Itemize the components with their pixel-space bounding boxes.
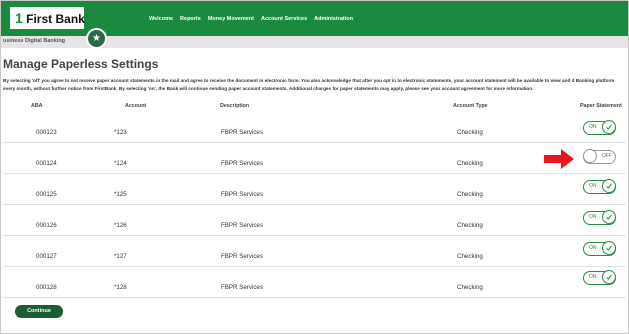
paperless-disclaimer: By selecting 'off' you agree to not rece… [3, 78, 615, 91]
paper-statement-toggle[interactable]: ON [583, 120, 616, 135]
toggle-knob [583, 149, 597, 163]
row-description: FBPR Services [221, 222, 263, 229]
main-nav: Welcome Reports Money Movement Account S… [149, 16, 353, 22]
row-aba: 000124 [36, 160, 57, 167]
row-description: FBPR Services [221, 160, 263, 167]
row-account: *127 [114, 253, 127, 260]
row-account-type: Checking [457, 284, 483, 291]
check-icon [602, 120, 616, 134]
row-account-type: Checking [457, 253, 483, 260]
paper-statement-toggle[interactable]: ON [583, 179, 616, 194]
nav-account-services[interactable]: Account Services [261, 16, 307, 22]
paper-statement-toggle[interactable]: ON [583, 270, 616, 285]
row-account-type: Checking [457, 191, 483, 198]
paper-statement-toggle[interactable]: ON [583, 210, 616, 225]
check-icon [602, 179, 616, 193]
row-account: *125 [114, 191, 127, 198]
row-description: FBPR Services [221, 191, 263, 198]
first-bank-logo[interactable]: 1 First Bank [10, 7, 85, 29]
row-aba: 000123 [36, 129, 57, 136]
row-description: FBPR Services [221, 253, 263, 260]
paper-statement-toggle[interactable]: ON [583, 241, 616, 256]
row-aba: 000127 [36, 253, 57, 260]
column-header-account-type: Account Type [453, 103, 488, 109]
app-name: usiness Digital Banking [3, 38, 66, 44]
nav-money-movement[interactable]: Money Movement [208, 16, 254, 22]
row-description: FBPR Services [221, 284, 263, 291]
nav-welcome[interactable]: Welcome [149, 16, 173, 22]
check-icon [602, 210, 616, 224]
toggle-label: ON [589, 274, 597, 280]
logo-number: 1 [15, 10, 23, 26]
row-divider [3, 297, 626, 298]
app-frame: 1 First Bank Welcome Reports Money Movem… [0, 0, 629, 334]
toggle-label: OFF [602, 153, 612, 159]
row-aba: 000128 [36, 284, 57, 291]
nav-administration[interactable]: Administration [314, 16, 353, 22]
row-account-type: Checking [457, 160, 483, 167]
check-icon [602, 270, 616, 284]
row-account: *124 [114, 160, 127, 167]
paper-statement-toggle[interactable]: OFF [583, 149, 616, 164]
row-account: *123 [114, 129, 127, 136]
table-row: 000126 *126 FBPR Services Checking ON [3, 205, 626, 236]
row-aba: 000126 [36, 222, 57, 229]
column-header-description: Description [220, 103, 250, 109]
row-account: *128 [114, 284, 127, 291]
column-header-account: Account [125, 103, 147, 109]
table-row: 000125 *125 FBPR Services Checking ON [3, 174, 626, 205]
star-icon[interactable]: ★ [86, 28, 107, 49]
column-header-paper-statement: Paper Statement [580, 103, 622, 109]
table-row: 000127 *127 FBPR Services Checking ON [3, 236, 626, 267]
row-account-type: Checking [457, 222, 483, 229]
page-title: Manage Paperless Settings [3, 57, 159, 71]
table-row: 000123 *123 FBPR Services Checking ON [3, 112, 626, 143]
row-account-type: Checking [457, 129, 483, 136]
arrow-right-icon [544, 149, 574, 169]
continue-button[interactable]: Continue [15, 305, 63, 318]
row-account: *126 [114, 222, 127, 229]
check-icon [602, 241, 616, 255]
toggle-label: ON [589, 245, 597, 251]
toggle-label: ON [589, 183, 597, 189]
table-row: 000128 *128 FBPR Services Checking ON [3, 267, 626, 298]
column-header-aba: ABA [31, 103, 43, 109]
logo-text: First Bank [26, 12, 85, 26]
toggle-label: ON [589, 124, 597, 130]
table-row: 000124 *124 FBPR Services Checking OFF [3, 143, 626, 174]
nav-reports[interactable]: Reports [180, 16, 201, 22]
row-aba: 000125 [36, 191, 57, 198]
row-description: FBPR Services [221, 129, 263, 136]
toggle-label: ON [589, 214, 597, 220]
